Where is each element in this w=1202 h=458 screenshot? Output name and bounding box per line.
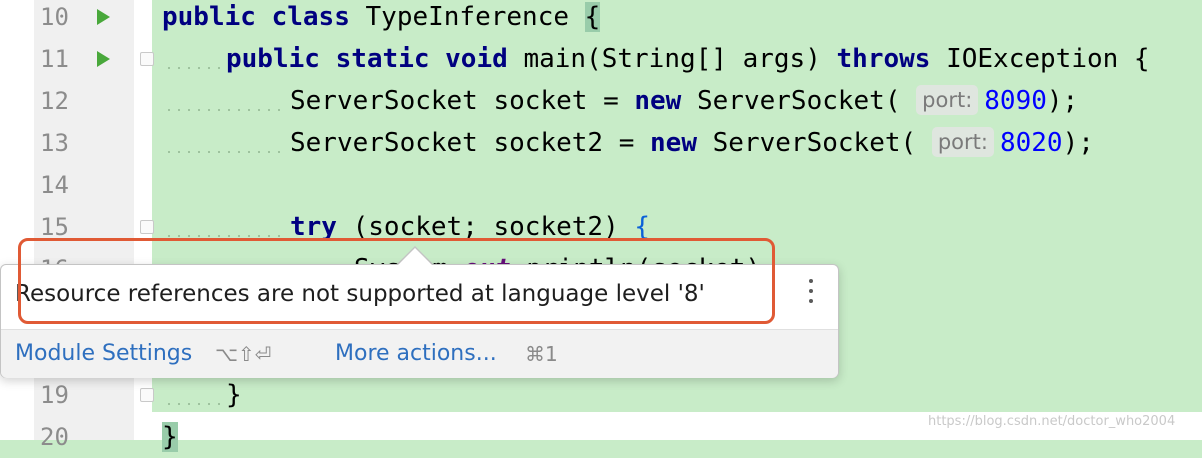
keyword: throws	[836, 44, 931, 74]
run-gutter-icon[interactable]	[97, 51, 110, 67]
popup-pointer-fill	[398, 248, 432, 265]
code-line-11: public static void main(String[] args) t…	[226, 38, 1150, 80]
line-number: 14	[40, 171, 69, 199]
keyword: public	[226, 44, 320, 74]
exception-type: IOException {	[946, 44, 1150, 74]
indent-guide	[164, 109, 284, 111]
keyword: try	[290, 212, 337, 242]
parameter-hint: port:	[916, 85, 979, 115]
keyword: public	[162, 2, 256, 32]
more-actions-shortcut: ⌘1	[525, 342, 558, 366]
keyword: static	[335, 44, 430, 74]
brace: }	[162, 422, 178, 452]
indent-guide	[164, 403, 222, 405]
fold-marker-icon[interactable]	[140, 52, 154, 66]
code-text: ServerSocket(	[697, 86, 901, 116]
method-signature: main(String[] args)	[523, 44, 821, 74]
fold-marker-icon[interactable]	[140, 388, 154, 402]
run-gutter-icon[interactable]	[97, 9, 110, 25]
fold-marker-icon[interactable]	[140, 220, 154, 234]
code-line-19: }	[226, 380, 242, 410]
class-name: TypeInference	[365, 2, 570, 32]
brace: {	[634, 212, 651, 242]
more-actions-link[interactable]: More actions...	[335, 330, 497, 378]
line-number: 11	[40, 45, 69, 73]
code-line-15: try (socket; socket2) {	[290, 206, 650, 248]
code-text: );	[1062, 128, 1094, 158]
indent-guide	[164, 151, 284, 153]
keyword: new	[650, 128, 697, 158]
code-line-10: public class TypeInference {	[162, 0, 601, 38]
error-popup: Resource references are not supported at…	[0, 264, 839, 378]
code-text: ServerSocket socket2 =	[290, 128, 651, 158]
more-options-icon[interactable]	[808, 279, 814, 307]
code-line-20: }	[162, 416, 178, 458]
module-settings-link[interactable]: Module Settings	[15, 330, 192, 378]
code-text: ServerSocket socket =	[290, 86, 635, 116]
line-number: 20	[40, 423, 69, 451]
code-text: (socket; socket2)	[352, 212, 619, 242]
line-number: 12	[40, 87, 69, 115]
number-literal: 8020	[999, 128, 1063, 158]
keyword: class	[271, 2, 350, 32]
watermark: https://blog.csdn.net/doctor_who2004	[928, 414, 1176, 429]
code-text: ServerSocket(	[712, 128, 917, 158]
error-message: Resource references are not supported at…	[15, 281, 705, 307]
keyword: void	[445, 44, 508, 74]
code-line-13: ServerSocket socket2 = new ServerSocket(…	[290, 122, 1094, 164]
line-number: 13	[40, 129, 69, 157]
indent-guide	[164, 235, 284, 237]
brace: {	[584, 2, 601, 32]
code-text: );	[1046, 86, 1079, 116]
line-number: 10	[40, 3, 69, 31]
number-literal: 8090	[984, 86, 1047, 116]
line-number: 15	[40, 213, 69, 241]
popup-actions-bar: Module Settings ⌥⇧⏎ More actions... ⌘1	[1, 329, 838, 378]
module-settings-shortcut: ⌥⇧⏎	[215, 342, 272, 366]
code-line-12: ServerSocket socket = new ServerSocket( …	[290, 80, 1078, 122]
parameter-hint: port:	[931, 127, 994, 157]
keyword: new	[634, 86, 682, 116]
indent-guide	[164, 67, 222, 69]
line-number: 19	[40, 381, 69, 409]
